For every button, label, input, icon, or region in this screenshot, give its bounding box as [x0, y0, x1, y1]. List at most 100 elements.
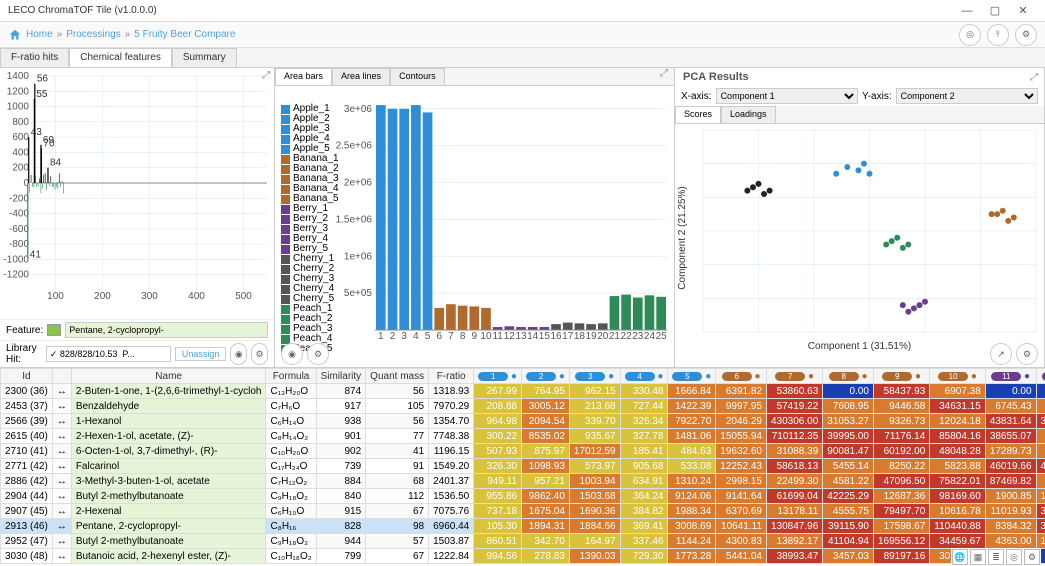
breadcrumb-processings[interactable]: Processings [66, 29, 120, 40]
expand-icon[interactable]: ⤢ [660, 68, 674, 85]
pca-xaxis-select[interactable]: Component 1 [716, 88, 858, 104]
table-row[interactable]: 2952 (47)↔Butyl 2-methylbutanoateC₉H₁₈O₂… [1, 534, 1045, 549]
svg-text:18: 18 [574, 331, 586, 342]
subtab-scores[interactable]: Scores [675, 106, 721, 123]
svg-text:3e+06: 3e+06 [344, 104, 373, 115]
expand-icon[interactable]: ⤢ [1030, 72, 1044, 83]
subtab-area-lines[interactable]: Area lines [332, 68, 390, 85]
sample-header[interactable]: 3 ● [569, 369, 620, 384]
gear-icon[interactable]: ⚙ [1016, 343, 1038, 365]
sample-header[interactable]: 6 ● [716, 369, 767, 384]
table-header[interactable]: Id [1, 369, 53, 384]
svg-text:-800: -800 [9, 239, 29, 250]
table-header[interactable]: Name [71, 369, 266, 384]
table-header[interactable]: Formula [266, 369, 316, 384]
svg-text:13: 13 [515, 331, 527, 342]
app-title: LECO ChromaTOF Tile (v1.0.0.0) [8, 5, 953, 16]
main-tabs: F-ratio hits Chemical features Summary [0, 48, 1045, 68]
list-icon[interactable]: ≣ [988, 549, 1004, 565]
pca-toolbar-icon[interactable]: ◎ [959, 24, 981, 46]
sample-legend: Apple_1Apple_2Apple_3Apple_4Apple_5Banan… [281, 104, 339, 354]
share-icon[interactable]: ↗ [990, 343, 1012, 365]
svg-text:1000: 1000 [7, 102, 30, 113]
table-header[interactable]: Quant mass [366, 369, 429, 384]
table-row[interactable]: 2300 (36)↔2-Buten-1-one, 1-(2,6,6-trimet… [1, 384, 1045, 399]
sample-header[interactable]: 2 ● [522, 369, 570, 384]
svg-text:17: 17 [562, 331, 574, 342]
svg-text:7: 7 [448, 331, 454, 342]
pca-title: PCA Results [675, 68, 757, 86]
svg-text:16: 16 [550, 331, 562, 342]
window-titlebar: LECO ChromaTOF Tile (v1.0.0.0) — ▢ ✕ [0, 0, 1045, 22]
pca-panel: PCA Results ⤢ X-axis: Component 1 Y-axis… [675, 68, 1045, 367]
svg-text:24: 24 [644, 331, 656, 342]
tab-chemical-features[interactable]: Chemical features [69, 48, 172, 67]
subtab-area-bars[interactable]: Area bars [275, 68, 332, 85]
table-row[interactable]: 2566 (39)↔1-HexanolC₆H₁₄O938561354.70964… [1, 414, 1045, 429]
breadcrumb-home[interactable]: Home [26, 29, 53, 40]
table-row[interactable]: 2453 (37)↔BenzaldehydeC₇H₆O9171057970.29… [1, 399, 1045, 414]
table-row[interactable]: 2904 (44)↔Butyl 2-methylbutanoateC₉H₁₈O₂… [1, 489, 1045, 504]
spectrum-chart: -1200-1000-800-600-400-20002004006008001… [0, 68, 275, 308]
pca-yaxis-select[interactable]: Component 2 [896, 88, 1038, 104]
sample-header[interactable]: 10 ● [930, 369, 986, 384]
grid-icon[interactable]: ▦ [970, 549, 986, 565]
maximize-button[interactable]: ▢ [981, 4, 1009, 17]
subtab-contours[interactable]: Contours [390, 68, 445, 85]
sample-header[interactable]: 1 ● [474, 369, 522, 384]
libhit-input[interactable] [46, 346, 171, 362]
svg-text:1: 1 [378, 331, 384, 342]
table-row[interactable]: 2710 (41)↔6-Octen-1-ol, 3,7-dimethyl-, (… [1, 444, 1045, 459]
globe-icon[interactable]: 🌐 [952, 549, 968, 565]
svg-text:1200: 1200 [7, 86, 30, 97]
gear-icon[interactable]: ⚙ [307, 343, 329, 365]
svg-text:-200: -200 [9, 193, 29, 204]
sample-header[interactable]: 4 ● [620, 369, 668, 384]
svg-text:5: 5 [425, 331, 431, 342]
svg-text:21: 21 [609, 331, 621, 342]
table-row[interactable]: 2907 (45)↔2-HexenalC₆H₁₀O915677075.76737… [1, 504, 1045, 519]
svg-text:20: 20 [597, 331, 609, 342]
feature-label: Feature: [6, 325, 43, 336]
svg-text:5e+05: 5e+05 [344, 288, 373, 299]
feature-input[interactable] [65, 322, 268, 338]
feature-table[interactable]: Id NameFormulaSimilarityQuant massF-ratio… [0, 368, 1045, 566]
sample-header[interactable]: 8 ● [823, 369, 874, 384]
main-toolbar: Home » Processings » 5 Fruity Beer Compa… [0, 22, 1045, 48]
table-row[interactable]: 2913 (46)↔Pentane, 2-cyclopropyl-C₈H₁₆82… [1, 519, 1045, 534]
svg-text:3: 3 [401, 331, 407, 342]
spectrum-panel: ⤢ -1200-1000-800-600-400-200020040060080… [0, 68, 275, 367]
table-row[interactable]: 2771 (42)↔FalcarinolC₁₇H₂₄O739911549.203… [1, 459, 1045, 474]
stats-toolbar-icon[interactable]: ⫯ [987, 24, 1009, 46]
svg-text:8: 8 [460, 331, 466, 342]
subtab-loadings[interactable]: Loadings [721, 106, 776, 123]
svg-text:43: 43 [31, 127, 43, 138]
table-row[interactable]: 2886 (42)↔3-Methyl-3-buten-1-ol, acetate… [1, 474, 1045, 489]
svg-text:2e+06: 2e+06 [344, 178, 373, 189]
unassign-button[interactable]: Unassign [175, 347, 227, 361]
sample-header[interactable]: 5 ● [668, 369, 716, 384]
target-icon[interactable]: ◎ [1006, 549, 1022, 565]
gear-icon[interactable]: ⚙ [251, 343, 268, 365]
svg-text:Component 1 (31.51%): Component 1 (31.51%) [808, 341, 911, 352]
table-header[interactable]: F-ratio [429, 369, 474, 384]
tab-fratio-hits[interactable]: F-ratio hits [0, 48, 69, 67]
tab-summary[interactable]: Summary [172, 48, 237, 67]
sample-header[interactable]: 9 ● [874, 369, 930, 384]
table-header[interactable] [52, 369, 71, 384]
svg-text:600: 600 [12, 132, 29, 143]
home-icon[interactable] [8, 28, 22, 42]
fingerprint-icon[interactable]: ◉ [230, 343, 247, 365]
minimize-button[interactable]: — [953, 5, 981, 17]
gear-icon[interactable]: ⚙ [1024, 549, 1040, 565]
fingerprint-icon[interactable]: ◉ [281, 343, 303, 365]
settings-toolbar-icon[interactable]: ⚙ [1015, 24, 1037, 46]
sample-header[interactable]: 7 ● [767, 369, 823, 384]
table-row[interactable]: 3030 (48)↔Butanoic acid, 2-hexenyl ester… [1, 549, 1045, 564]
close-button[interactable]: ✕ [1009, 4, 1037, 17]
table-header[interactable]: Similarity [316, 369, 366, 384]
sample-header[interactable]: 12 ● [1036, 369, 1045, 384]
table-row[interactable]: 2615 (40)↔2-Hexen-1-ol, acetate, (Z)-C₈H… [1, 429, 1045, 444]
sample-header[interactable]: 11 ● [985, 369, 1036, 384]
expand-icon[interactable]: ⤢ [262, 70, 270, 81]
